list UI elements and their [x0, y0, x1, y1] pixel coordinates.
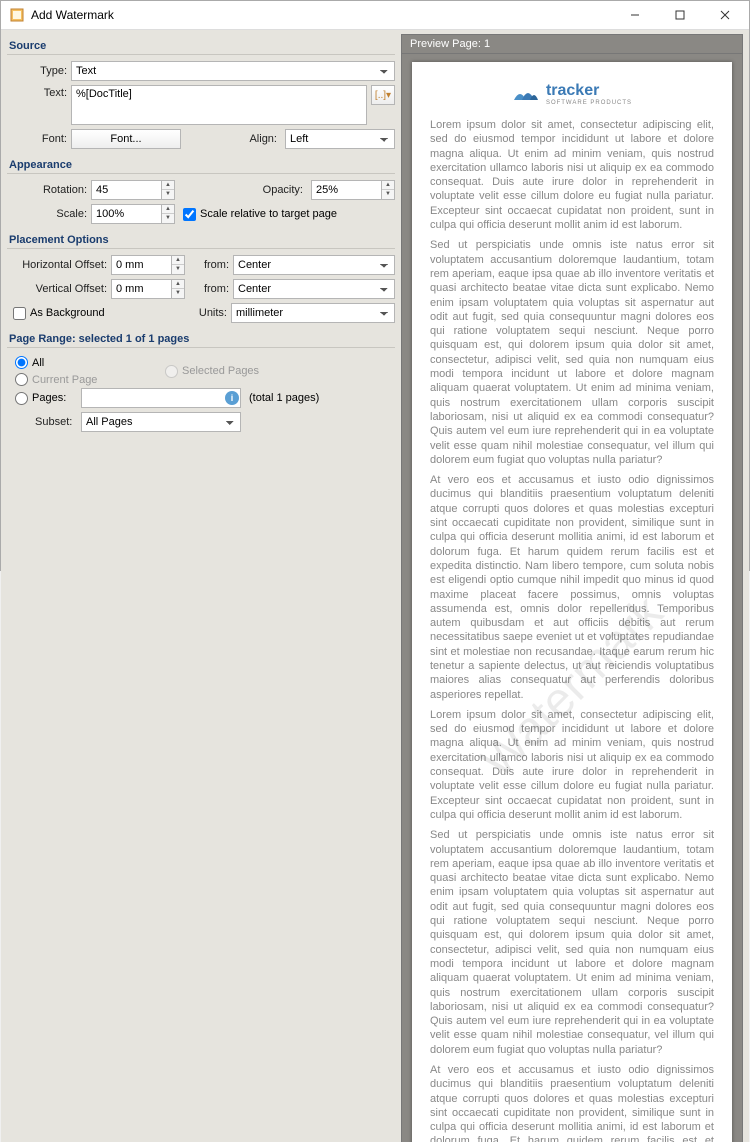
hfrom-label: from: — [189, 259, 229, 271]
voffset-spinner[interactable]: ▲▼ — [111, 279, 185, 299]
opacity-label: Opacity: — [179, 184, 307, 196]
radio-current[interactable]: Current Page — [7, 371, 157, 388]
units-label: Units: — [187, 307, 227, 319]
rotation-spinner[interactable]: ▲▼ — [91, 180, 175, 200]
preview-page: Watermark tracker SOFTWARE PRODUCTS Lore… — [412, 62, 732, 1142]
minimize-button[interactable] — [612, 1, 657, 29]
source-section-label: Source — [7, 34, 395, 55]
type-select[interactable]: Text — [71, 61, 395, 81]
scale-spinner[interactable]: ▲▼ — [91, 204, 175, 224]
pages-input[interactable] — [81, 388, 241, 408]
preview-area: Watermark tracker SOFTWARE PRODUCTS Lore… — [401, 54, 743, 1142]
align-select[interactable]: Left — [285, 129, 395, 149]
placement-section-label: Placement Options — [7, 228, 395, 249]
text-label: Text: — [7, 85, 67, 99]
maximize-button[interactable] — [657, 1, 702, 29]
appearance-section-label: Appearance — [7, 153, 395, 174]
scale-input[interactable] — [91, 204, 161, 224]
subset-select[interactable]: All Pages — [81, 412, 241, 432]
opacity-spinner[interactable]: ▲▼ — [311, 180, 395, 200]
units-select[interactable]: millimeter — [231, 303, 395, 323]
voffset-input[interactable] — [111, 279, 171, 299]
as-background-checkbox[interactable]: As Background — [7, 307, 183, 320]
preview-header: Preview Page: 1 — [401, 34, 743, 54]
scale-label: Scale: — [7, 208, 87, 220]
pagerange-section-label: Page Range: selected 1 of 1 pages — [7, 327, 395, 348]
rotation-input[interactable] — [91, 180, 161, 200]
hoffset-input[interactable] — [111, 255, 171, 275]
logo-icon — [512, 82, 540, 106]
close-button[interactable] — [702, 1, 747, 29]
opacity-input[interactable] — [311, 180, 381, 200]
macro-button[interactable]: [..]▾ — [371, 85, 395, 105]
type-label: Type: — [7, 65, 67, 77]
align-label: Align: — [185, 133, 281, 145]
font-label: Font: — [7, 133, 67, 145]
hfrom-select[interactable]: Center — [233, 255, 395, 275]
scale-relative-checkbox[interactable]: Scale relative to target page — [183, 208, 337, 221]
radio-pages[interactable]: Pages: — [15, 392, 77, 405]
info-icon: i — [225, 391, 239, 405]
app-icon — [9, 7, 25, 23]
vfrom-label: from: — [189, 283, 229, 295]
titlebar: Add Watermark — [1, 1, 749, 30]
window-title: Add Watermark — [31, 8, 612, 22]
vfrom-select[interactable]: Center — [233, 279, 395, 299]
logo: tracker SOFTWARE PRODUCTS — [430, 82, 714, 106]
add-watermark-dialog: Add Watermark Source Type: Text Text: %[… — [0, 0, 750, 571]
text-input[interactable]: %[DocTitle] — [71, 85, 367, 125]
font-button[interactable]: Font... — [71, 129, 181, 149]
radio-selected[interactable]: Selected Pages — [157, 354, 267, 388]
hoffset-label: Horizontal Offset: — [7, 259, 107, 271]
total-pages-text: (total 1 pages) — [249, 392, 319, 404]
hoffset-spinner[interactable]: ▲▼ — [111, 255, 185, 275]
voffset-label: Vertical Offset: — [7, 283, 107, 295]
subset-label: Subset: — [15, 416, 77, 428]
rotation-label: Rotation: — [7, 184, 87, 196]
radio-all[interactable]: All — [7, 354, 157, 371]
